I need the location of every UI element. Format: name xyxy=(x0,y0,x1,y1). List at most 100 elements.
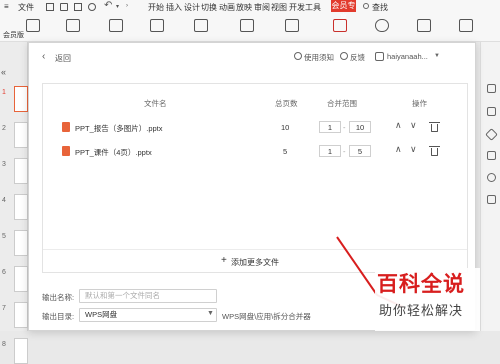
range-from-input[interactable]: 1 xyxy=(319,145,341,157)
output-dir-label: 输出目录: xyxy=(42,312,75,321)
slide-number: 4 xyxy=(2,197,6,204)
watermark-subtitle: 助你轻松解决 xyxy=(379,303,464,318)
menu-vip[interactable]: 会员专享 xyxy=(331,0,356,22)
page-count: 10 xyxy=(281,123,290,132)
vip-feature-icon[interactable] xyxy=(333,19,347,32)
menu-review[interactable]: 审阅 xyxy=(254,2,270,13)
user-dropdown-icon[interactable]: ▼ xyxy=(434,53,440,59)
menu-insert[interactable]: 插入 xyxy=(166,2,182,13)
feedback-icon xyxy=(340,52,348,60)
preview-icon[interactable] xyxy=(88,3,96,11)
slide-thumbnail[interactable] xyxy=(14,338,28,364)
menu-icon[interactable]: ≡ xyxy=(4,2,9,11)
undo-dropdown-icon[interactable]: ▾ xyxy=(116,3,119,10)
new-slide-icon[interactable] xyxy=(109,19,123,32)
user-name[interactable]: haiyanaah... xyxy=(387,52,428,61)
pptx-file-icon xyxy=(62,146,70,156)
help-icon[interactable] xyxy=(487,173,496,182)
menu-switch[interactable]: 切换 xyxy=(201,2,217,13)
move-down-icon[interactable]: ∨ xyxy=(410,144,417,155)
back-icon[interactable]: ‹ xyxy=(42,51,45,62)
pptx-file-icon xyxy=(62,122,70,132)
output-path: WPS网盘\应用\拆分合并器 xyxy=(222,312,311,321)
range-separator: - xyxy=(343,147,346,156)
column-pages: 总页数 xyxy=(275,99,298,108)
menu-file[interactable]: 文件 xyxy=(18,2,34,13)
slide-thumbnail[interactable] xyxy=(14,86,28,112)
template-icon[interactable] xyxy=(26,19,40,32)
slide-thumbnail[interactable] xyxy=(14,194,28,220)
slide-thumbnail[interactable] xyxy=(14,302,28,328)
slide-number: 6 xyxy=(2,269,6,276)
range-to-input[interactable]: 5 xyxy=(349,145,371,157)
slide-number: 8 xyxy=(2,341,6,348)
text-box-icon[interactable] xyxy=(194,19,208,32)
right-tool-strip xyxy=(480,42,500,331)
range-from-input[interactable]: 1 xyxy=(319,121,341,133)
add-more-label: 添加更多文件 xyxy=(231,258,279,267)
output-name-label: 输出名称: xyxy=(42,293,75,302)
slide-number: 2 xyxy=(2,125,6,132)
dropdown-icon: ▼ xyxy=(207,310,214,317)
slide-thumbnail[interactable] xyxy=(14,266,28,292)
menu-design[interactable]: 设计 xyxy=(184,2,200,13)
quick-access-icons: ↶ ▾ › xyxy=(46,0,132,14)
text-format-icon[interactable] xyxy=(417,19,431,32)
slide-number: 7 xyxy=(2,305,6,312)
help-link[interactable]: 使用须知 xyxy=(304,52,334,63)
column-filename: 文件名 xyxy=(144,99,167,108)
watermark-title: 百科全说 xyxy=(377,273,465,296)
slide-thumbnail[interactable] xyxy=(14,122,28,148)
menu-animation[interactable]: 动画 xyxy=(219,2,235,13)
info-icon xyxy=(294,52,302,60)
delete-icon[interactable] xyxy=(429,146,440,156)
slide-thumbnail[interactable] xyxy=(14,158,28,184)
shape-icon[interactable] xyxy=(240,19,254,32)
move-up-icon[interactable]: ∧ xyxy=(395,144,402,155)
menu-start[interactable]: 开始 xyxy=(148,2,164,13)
save-icon[interactable] xyxy=(46,3,54,11)
menu-developer[interactable]: 开发工具 xyxy=(289,2,321,13)
slide-thumbnail[interactable] xyxy=(14,230,28,256)
add-icon: + xyxy=(221,255,227,266)
avatar-icon[interactable] xyxy=(375,19,389,32)
move-up-icon[interactable]: ∧ xyxy=(395,120,402,131)
range-separator: - xyxy=(343,123,346,132)
more-icon[interactable]: › xyxy=(126,3,128,9)
menu-view[interactable]: 视图 xyxy=(271,2,287,13)
watermark: 百科全说 助你轻松解决 xyxy=(375,268,480,331)
page-count: 5 xyxy=(283,147,288,156)
file-name: PPT_课件（4页）.pptx xyxy=(75,148,152,157)
property-icon[interactable] xyxy=(487,84,496,93)
search-label[interactable]: 查找 xyxy=(372,2,388,13)
transfer-icon[interactable] xyxy=(487,151,496,160)
share-icon[interactable] xyxy=(487,195,496,204)
delete-icon[interactable] xyxy=(429,122,440,132)
adjust-icon[interactable] xyxy=(487,107,496,116)
range-to-input[interactable]: 10 xyxy=(349,121,371,133)
picture-icon[interactable] xyxy=(285,19,299,32)
output-name-input[interactable]: 默认和第一个文件同名 xyxy=(79,289,217,303)
output-dir-select[interactable]: WPS网盘 xyxy=(79,308,217,322)
export-pdf-icon[interactable] xyxy=(60,3,68,11)
feedback-link[interactable]: 反馈 xyxy=(350,52,365,63)
column-actions: 操作 xyxy=(412,99,427,108)
slide-number: 5 xyxy=(2,233,6,240)
search-icon xyxy=(363,3,369,9)
undo-icon[interactable]: ↶ xyxy=(104,0,112,11)
ribbon-toolbar: ≡ 文件 ↶ ▾ › 开始 插入 设计 切换 动画 放映 审阅 视图 开发工具 … xyxy=(0,0,500,42)
menu-slideshow[interactable]: 放映 xyxy=(236,2,252,13)
back-button[interactable]: 返回 xyxy=(55,53,71,64)
move-down-icon[interactable]: ∨ xyxy=(410,120,417,131)
layout-icon[interactable] xyxy=(150,19,164,32)
paste-icon[interactable] xyxy=(66,19,80,32)
collapse-panel-icon[interactable]: « xyxy=(1,67,6,77)
checkbox-icon[interactable] xyxy=(459,19,473,32)
column-range: 合并范围 xyxy=(327,99,357,108)
slide-number: 1 xyxy=(2,89,6,96)
member-tab[interactable]: 会员版 xyxy=(3,30,24,40)
print-icon[interactable] xyxy=(74,3,82,11)
avatar xyxy=(375,52,384,61)
star-icon[interactable] xyxy=(485,128,498,141)
slide-thumbnail-panel: « 1 2 3 4 5 6 7 8 xyxy=(0,42,28,364)
